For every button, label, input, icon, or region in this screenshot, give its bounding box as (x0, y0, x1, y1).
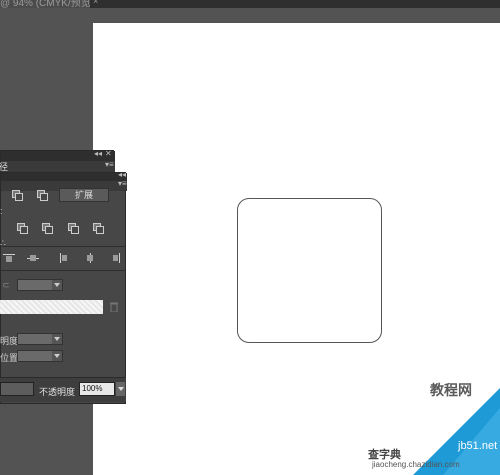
collapse-icon[interactable]: ◂◂ (118, 170, 126, 179)
distribute-left-icon[interactable] (58, 253, 70, 263)
collapse-icon[interactable]: ◂◂ (94, 149, 102, 158)
pathfinders-colon: ∴ (0, 238, 6, 248)
watermark-sub-text: jiaocheng.chazidian.com (372, 460, 460, 469)
blend-mode-dropdown[interactable] (0, 382, 34, 396)
watermark-site-text: jb51.net (458, 440, 498, 452)
opacity-row-label: 明度 (0, 336, 19, 346)
chevron-down-icon[interactable] (116, 382, 125, 396)
panel-menu-icon[interactable]: ▾≡ (118, 179, 127, 188)
swatch-bar[interactable] (0, 300, 103, 314)
panel-header[interactable]: ◂◂ (1, 170, 127, 181)
divider (0, 270, 126, 271)
close-icon[interactable]: ✕ (105, 149, 112, 158)
trim-icon[interactable] (42, 223, 53, 234)
crop-icon[interactable] (93, 223, 104, 234)
link-icon: ⊂ (2, 280, 10, 290)
trash-icon[interactable] (110, 302, 118, 312)
align-vertical-top-icon[interactable] (3, 253, 15, 263)
document-tab-title: @ 94% (CMYK/预览) (0, 0, 90, 8)
opacity-dropdown[interactable] (17, 333, 63, 345)
close-icon[interactable]: × (93, 0, 98, 6)
divide-icon[interactable] (17, 223, 28, 234)
shape-modes-colon: : (0, 206, 3, 216)
position-row-label: 位置 (0, 353, 19, 363)
document-tab[interactable]: @ 94% (CMYK/预览) (0, 0, 90, 8)
watermark-top-text: 教程网 (430, 382, 472, 398)
align-vertical-center-icon[interactable] (27, 253, 39, 263)
distribute-right-icon[interactable] (110, 253, 122, 263)
unite-icon[interactable] (12, 190, 23, 201)
rounded-rectangle-shape[interactable] (237, 198, 382, 343)
minus-front-icon[interactable] (37, 190, 48, 201)
merge-icon[interactable] (68, 223, 79, 234)
opacity-input[interactable]: 100% (79, 382, 115, 396)
panel-header[interactable]: ◂◂ ✕ (1, 149, 115, 161)
position-dropdown[interactable] (17, 350, 63, 362)
style-dropdown[interactable] (17, 279, 63, 291)
expand-button[interactable]: 扩展 (59, 188, 109, 202)
opacity-label: 不透明度 (39, 387, 76, 397)
divider (0, 246, 126, 247)
distribute-center-icon[interactable] (84, 253, 96, 263)
panel-menu-icon[interactable]: ▾≡ (105, 160, 114, 169)
